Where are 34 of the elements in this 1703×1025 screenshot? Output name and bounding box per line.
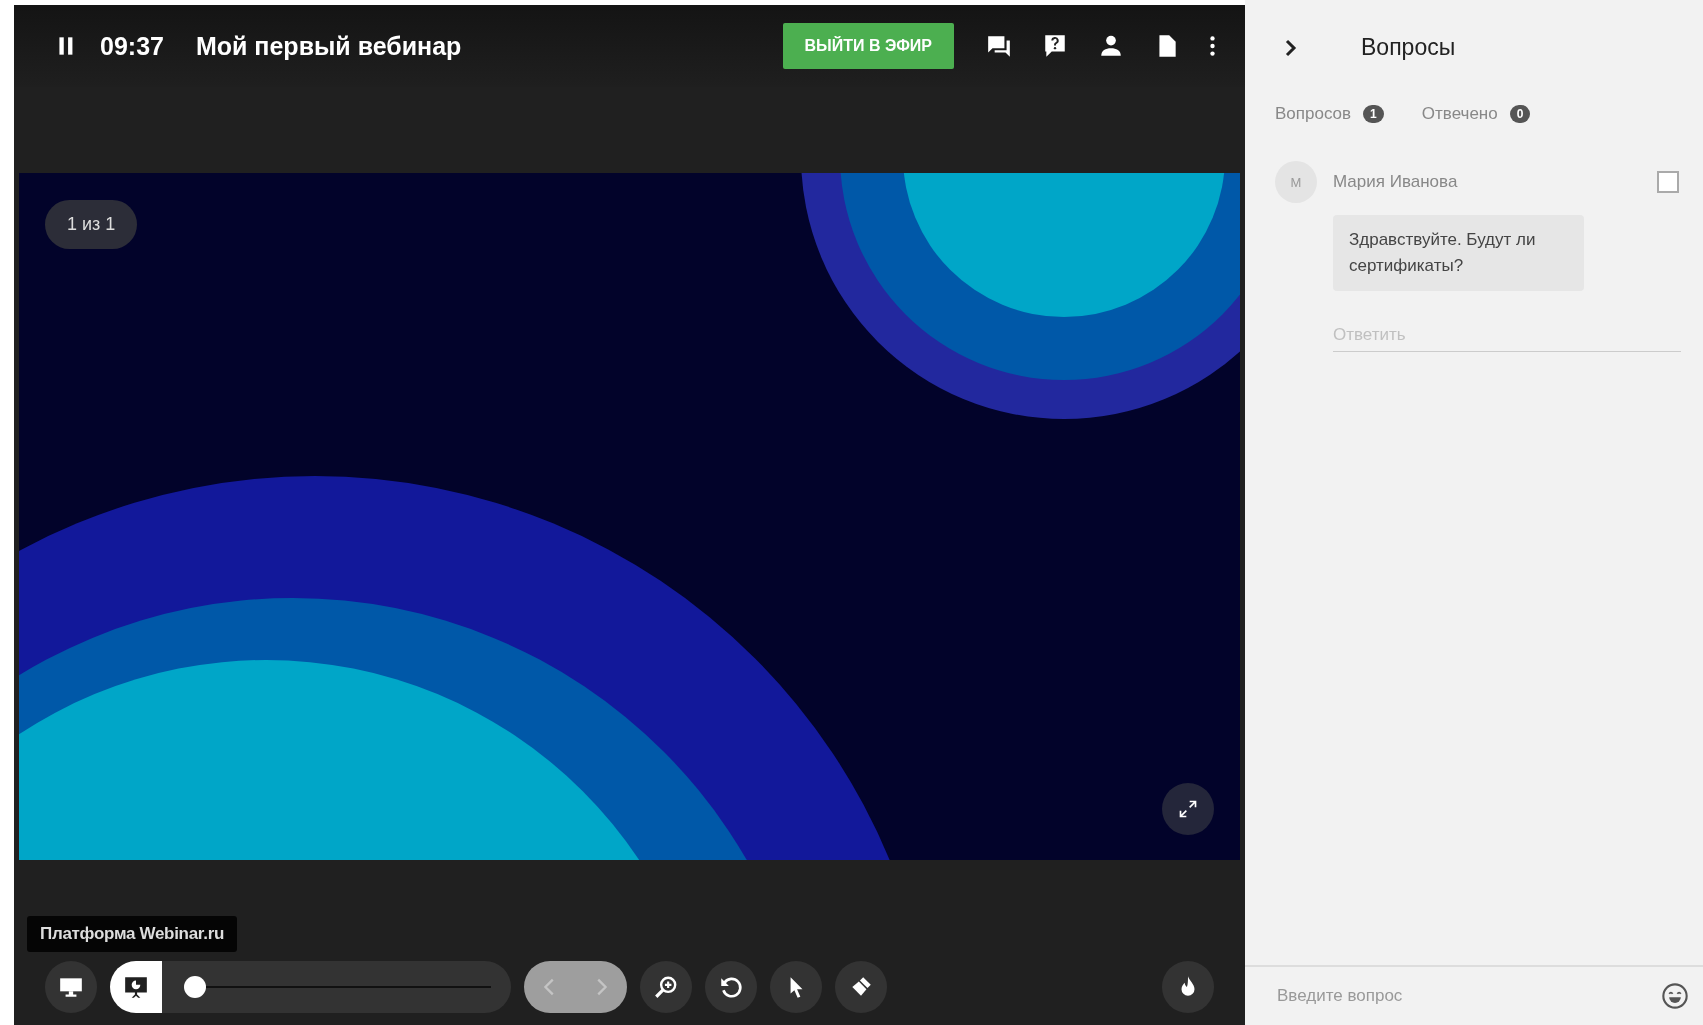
pointer-button[interactable] xyxy=(770,961,822,1013)
panel-title: Вопросы xyxy=(1361,34,1456,61)
author-name: Мария Иванова xyxy=(1333,172,1459,192)
more-button[interactable] xyxy=(1210,36,1215,56)
filter-tab[interactable]: Отвечено 0 xyxy=(1421,100,1531,130)
questions-button[interactable] xyxy=(1042,33,1068,59)
timer: 09:37 xyxy=(100,31,164,61)
webinar-title: Мой первый вебинар xyxy=(195,31,463,61)
count-badge: 1 xyxy=(1363,105,1384,123)
count-badge: 0 xyxy=(1509,105,1531,123)
question-text: Здравствуйте. Будут ли сертификаты? xyxy=(1333,215,1584,291)
presentation-board-icon xyxy=(123,974,149,1000)
question-input[interactable]: Введите вопрос xyxy=(1275,985,1661,1007)
rotate-button[interactable] xyxy=(705,961,757,1013)
participants-button[interactable] xyxy=(1098,33,1124,59)
slides-mode-button[interactable] xyxy=(110,961,162,1013)
flame-button[interactable] xyxy=(1162,961,1214,1013)
slider-thumb[interactable] xyxy=(184,976,206,998)
zoom-button[interactable] xyxy=(640,961,692,1013)
more-icon xyxy=(1210,36,1215,56)
avatar: М xyxy=(1275,161,1317,203)
chat-icon xyxy=(986,33,1012,59)
question-icon xyxy=(1042,33,1068,59)
filter-tab[interactable]: Вопросов 1 xyxy=(1275,100,1384,130)
fullscreen-icon xyxy=(1178,799,1198,819)
answered-checkbox[interactable] xyxy=(1657,171,1679,193)
chevron-right-icon[interactable] xyxy=(1283,37,1299,58)
emoji-icon[interactable] xyxy=(1661,982,1689,1010)
person-icon xyxy=(1098,33,1124,59)
eraser-button[interactable] xyxy=(835,961,887,1013)
chat-button[interactable] xyxy=(986,33,1012,59)
zoom-in-icon xyxy=(653,974,679,1000)
tooltip: Платформа Webinar.ru xyxy=(27,916,238,952)
screen-mode-button[interactable] xyxy=(45,961,97,1013)
